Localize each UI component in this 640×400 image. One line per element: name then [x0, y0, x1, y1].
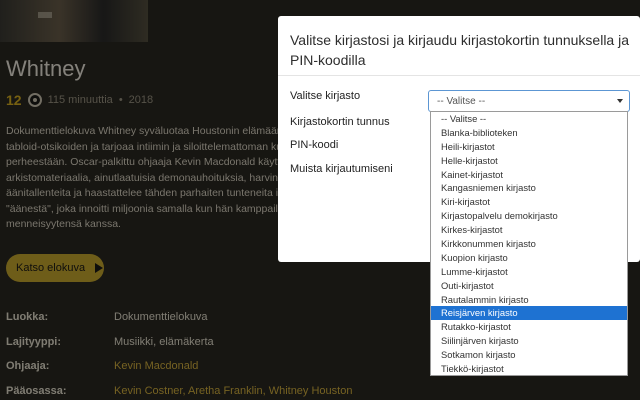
library-option[interactable]: Kirjastopalvelu demokirjasto [431, 209, 627, 223]
library-label: Valitse kirjasto [290, 90, 361, 102]
library-select-value: -- Valitse -- [437, 95, 486, 107]
library-option[interactable]: Sotkamon kirjasto [431, 348, 627, 362]
library-select[interactable]: -- Valitse -- [428, 90, 630, 112]
library-option[interactable]: Kangasniemen kirjasto [431, 181, 627, 195]
library-option[interactable]: Heili-kirjastot [431, 140, 627, 154]
library-option[interactable]: Kirkkonummen kirjasto [431, 237, 627, 251]
library-option[interactable]: Siilinjärven kirjasto [431, 334, 627, 348]
library-option[interactable]: Kainet-kirjastot [431, 168, 627, 182]
remember-me-label: Muista kirjautumiseni [290, 163, 393, 175]
pin-label: PIN-koodi [290, 139, 339, 151]
card-number-label: Kirjastokortin tunnus [290, 116, 390, 128]
library-option[interactable]: Rutakko-kirjastot [431, 320, 627, 334]
library-option[interactable]: Kuopion kirjasto [431, 251, 627, 265]
caret-down-icon [617, 99, 623, 103]
library-option[interactable]: Helle-kirjastot [431, 154, 627, 168]
library-option[interactable]: Kiri-kirjastot [431, 195, 627, 209]
library-option[interactable]: Outi-kirjastot [431, 279, 627, 293]
library-dropdown-list[interactable]: -- Valitse -- Blanka-biblioteken Heili-k… [430, 111, 628, 376]
library-option[interactable]: Rautalammin kirjasto [431, 293, 627, 307]
library-option[interactable]: Lumme-kirjastot [431, 265, 627, 279]
library-option-highlighted[interactable]: Reisjärven kirjasto [431, 306, 627, 321]
library-option[interactable]: Tiekkö-kirjastot [431, 362, 627, 376]
library-option[interactable]: Blanka-biblioteken [431, 126, 627, 140]
library-option[interactable]: Kirkes-kirjastot [431, 223, 627, 237]
modal-title: Valitse kirjastosi ja kirjaudu kirjastok… [278, 16, 640, 76]
library-option[interactable]: -- Valitse -- [431, 112, 627, 126]
